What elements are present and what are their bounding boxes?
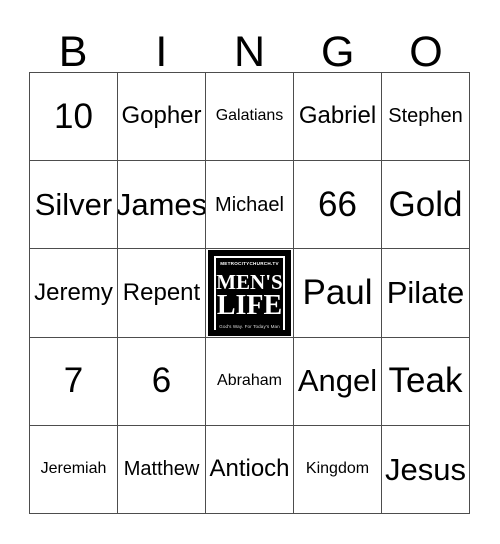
bingo-cell-label: Stephen	[388, 105, 463, 128]
logo-bottom-banner: God's Way. For Today's Man	[208, 315, 291, 333]
bingo-cell-label: 7	[63, 361, 84, 401]
bingo-cell[interactable]: Matthew	[118, 425, 206, 514]
bingo-cell[interactable]: Jesus	[382, 425, 470, 514]
header-letter-i: I	[155, 28, 168, 76]
bingo-cell-label: Angel	[297, 363, 378, 399]
bingo-cell[interactable]: 10	[30, 73, 118, 162]
bingo-cell-label: Paul	[302, 273, 373, 313]
bingo-cell-label: Jesus	[385, 451, 466, 487]
bingo-cell-label: James	[118, 186, 206, 222]
bingo-cell[interactable]: Gold	[382, 161, 470, 250]
bingo-cell-label: 6	[151, 361, 172, 401]
bingo-cell-label: 66	[318, 184, 357, 224]
bingo-cell[interactable]: Galatians	[206, 73, 294, 162]
bingo-cell-label: Teak	[388, 361, 463, 401]
bingo-cell[interactable]: Silver	[30, 161, 118, 250]
bingo-cell-label: 10	[54, 96, 93, 136]
bingo-cell[interactable]: Jeremiah	[30, 425, 118, 514]
bingo-cell[interactable]: 7	[30, 337, 118, 426]
bingo-cell-label: Antioch	[209, 455, 290, 483]
logo-tagline: God's Way. For Today's Man	[216, 321, 283, 331]
bingo-cell[interactable]: Kingdom	[294, 425, 382, 514]
bingo-cell[interactable]: James	[118, 161, 206, 250]
bingo-cell[interactable]: Teak	[382, 337, 470, 426]
bingo-header-row: B I N G O	[29, 14, 470, 76]
mens-life-logo: METROCITYCHURCH.TV MEN'S LIFE God's Way.…	[208, 250, 291, 336]
header-cell-g: G	[294, 14, 382, 76]
bingo-cell-label: Gabriel	[298, 102, 377, 130]
bingo-cell-label: Jeremy	[34, 278, 113, 306]
bingo-cell[interactable]: 66	[294, 161, 382, 250]
header-cell-b: B	[29, 14, 117, 76]
bingo-cell[interactable]: Antioch	[206, 425, 294, 514]
bingo-cell-label: Silver	[34, 186, 113, 222]
bingo-cell-label: Abraham	[217, 372, 282, 390]
header-letter-g: G	[320, 28, 355, 76]
bingo-cell-label: Matthew	[123, 458, 200, 481]
bingo-free-space-cell[interactable]: METROCITYCHURCH.TV MEN'S LIFE God's Way.…	[206, 249, 294, 338]
header-letter-o: O	[409, 28, 443, 76]
bingo-cell[interactable]: Paul	[294, 249, 382, 338]
bingo-cell[interactable]: Stephen	[382, 73, 470, 162]
bingo-cell[interactable]: Pilate	[382, 249, 470, 338]
bingo-cell[interactable]: Gabriel	[294, 73, 382, 162]
header-cell-n: N	[205, 14, 293, 76]
bingo-cell[interactable]: Repent	[118, 249, 206, 338]
bingo-grid: 10 Gopher Galatians Gabriel Stephen Silv…	[29, 72, 470, 514]
bingo-cell[interactable]: Michael	[206, 161, 294, 250]
bingo-cell-label: Gopher	[121, 102, 202, 130]
header-cell-o: O	[382, 14, 470, 76]
bingo-cell-label: Pilate	[386, 275, 465, 311]
bingo-cell[interactable]: Angel	[294, 337, 382, 426]
bingo-cell-label: Gold	[388, 184, 463, 224]
bingo-cell[interactable]: Abraham	[206, 337, 294, 426]
bingo-cell-label: Michael	[215, 193, 284, 216]
bingo-cell[interactable]: Gopher	[118, 73, 206, 162]
bingo-cell-label: Jeremiah	[40, 460, 107, 478]
header-letter-b: B	[58, 28, 88, 76]
bingo-cell-label: Galatians	[215, 107, 284, 125]
bingo-card: B I N G O 10 Gopher Galatians Gabriel St…	[0, 0, 500, 544]
bingo-cell-label: Repent	[122, 278, 201, 306]
header-letter-n: N	[233, 28, 266, 76]
bingo-cell-label: Kingdom	[305, 460, 370, 478]
bingo-cell[interactable]: 6	[118, 337, 206, 426]
bingo-cell[interactable]: Jeremy	[30, 249, 118, 338]
header-cell-i: I	[117, 14, 205, 76]
